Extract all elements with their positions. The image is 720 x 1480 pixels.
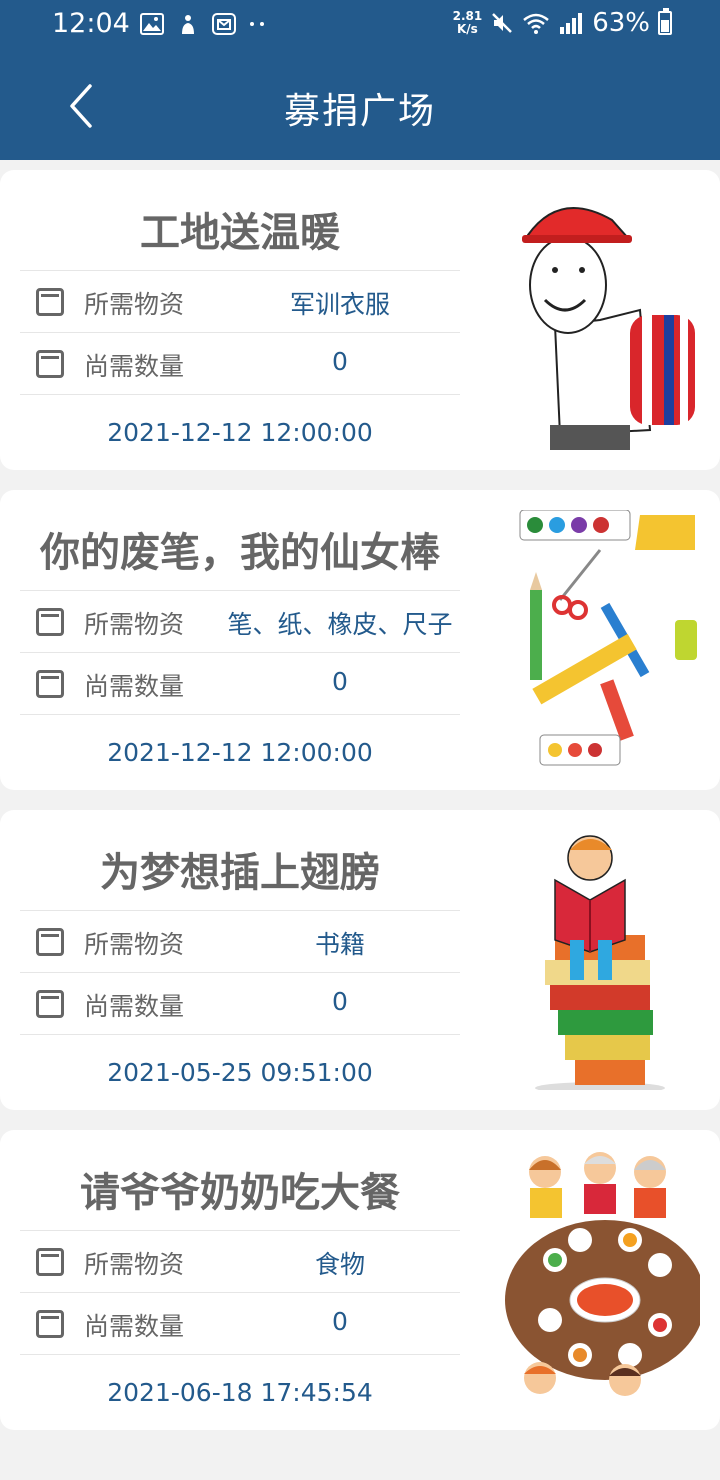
quantity-label: 尚需数量 — [84, 352, 185, 381]
checkbox-icon — [36, 288, 64, 316]
quantity-value: 0 — [332, 347, 348, 376]
more-dots-icon — [250, 22, 264, 26]
checkbox-icon — [36, 990, 64, 1018]
row-divider — [20, 394, 460, 395]
quantity-row: 尚需数量 0 — [20, 972, 460, 1034]
donation-card[interactable]: 工地送温暖 所需物资 军训衣服 尚需数量 0 2021-12-12 12:00:… — [0, 170, 720, 470]
wifi-icon — [523, 13, 550, 34]
donation-card[interactable]: 为梦想插上翅膀 所需物资 书籍 尚需数量 0 2021-05-25 09:51:… — [0, 810, 720, 1110]
checkbox-icon — [36, 350, 64, 378]
network-speed: 2.81 K/s — [452, 9, 483, 36]
material-value: 书籍 — [314, 930, 365, 959]
row-divider — [20, 714, 460, 715]
page-title: 募捐广场 — [283, 91, 436, 132]
signal-icon — [560, 13, 583, 34]
material-label: 所需物资 — [84, 610, 185, 639]
status-bar: 12:04 2.81 K/s 63% — [0, 0, 720, 52]
gallery-icon — [140, 13, 164, 35]
donation-card[interactable]: 请爷爷奶奶吃大餐 所需物资 食物 尚需数量 0 2021-06-18 17:45… — [0, 1130, 720, 1430]
quantity-value: 0 — [332, 667, 348, 696]
row-divider — [20, 1354, 460, 1355]
stationery-image — [500, 510, 700, 770]
material-label: 所需物资 — [84, 930, 185, 959]
quantity-label: 尚需数量 — [84, 1312, 185, 1341]
quantity-label: 尚需数量 — [84, 672, 185, 701]
checkbox-icon — [36, 1310, 64, 1338]
system-status: 2.81 K/s 63% — [453, 8, 672, 38]
quantity-row: 尚需数量 0 — [20, 652, 460, 714]
card-title: 你的废笔，我的仙女棒 — [40, 530, 440, 576]
row-divider — [20, 1034, 460, 1035]
card-title: 为梦想插上翅膀 — [100, 850, 380, 896]
checkbox-icon — [36, 670, 64, 698]
material-value: 笔、纸、橡皮、尺子 — [227, 610, 453, 639]
material-value: 食物 — [314, 1250, 365, 1279]
family-dinner-image — [500, 1150, 700, 1410]
card-title: 工地送温暖 — [140, 210, 340, 256]
app-bar: 募捐广场 — [0, 52, 720, 160]
checkbox-icon — [36, 1248, 64, 1276]
battery-icon — [658, 8, 672, 35]
material-label: 所需物资 — [84, 1250, 185, 1279]
material-label: 所需物资 — [84, 290, 185, 319]
material-row: 所需物资 书籍 — [20, 910, 460, 972]
material-row: 所需物资 军训衣服 — [20, 270, 460, 332]
material-value: 军训衣服 — [289, 290, 390, 319]
material-row: 所需物资 笔、纸、橡皮、尺子 — [20, 590, 460, 652]
card-date: 2021-12-12 12:00:00 — [107, 738, 373, 767]
donation-card[interactable]: 你的废笔，我的仙女棒 所需物资 笔、纸、橡皮、尺子 尚需数量 0 2021-12… — [0, 490, 720, 790]
mute-icon — [492, 13, 513, 33]
quantity-row: 尚需数量 0 — [20, 1292, 460, 1354]
game-icon — [182, 15, 194, 34]
mail-icon — [212, 13, 236, 35]
construction-worker-image — [500, 190, 700, 450]
checkbox-icon — [36, 928, 64, 956]
status-time: 12:04 — [52, 8, 130, 39]
card-date: 2021-12-12 12:00:00 — [107, 418, 373, 447]
material-row: 所需物资 食物 — [20, 1230, 460, 1292]
quantity-value: 0 — [332, 987, 348, 1016]
battery-percent: 63% — [592, 8, 650, 38]
notification-icons — [140, 12, 268, 36]
checkbox-icon — [36, 608, 64, 636]
card-title: 请爷爷奶奶吃大餐 — [80, 1170, 400, 1216]
quantity-row: 尚需数量 0 — [20, 332, 460, 394]
quantity-label: 尚需数量 — [84, 992, 185, 1021]
boy-reading-on-books-image — [500, 830, 700, 1090]
quantity-value: 0 — [332, 1307, 348, 1336]
card-date: 2021-05-25 09:51:00 — [107, 1058, 373, 1087]
card-date: 2021-06-18 17:45:54 — [107, 1378, 373, 1407]
